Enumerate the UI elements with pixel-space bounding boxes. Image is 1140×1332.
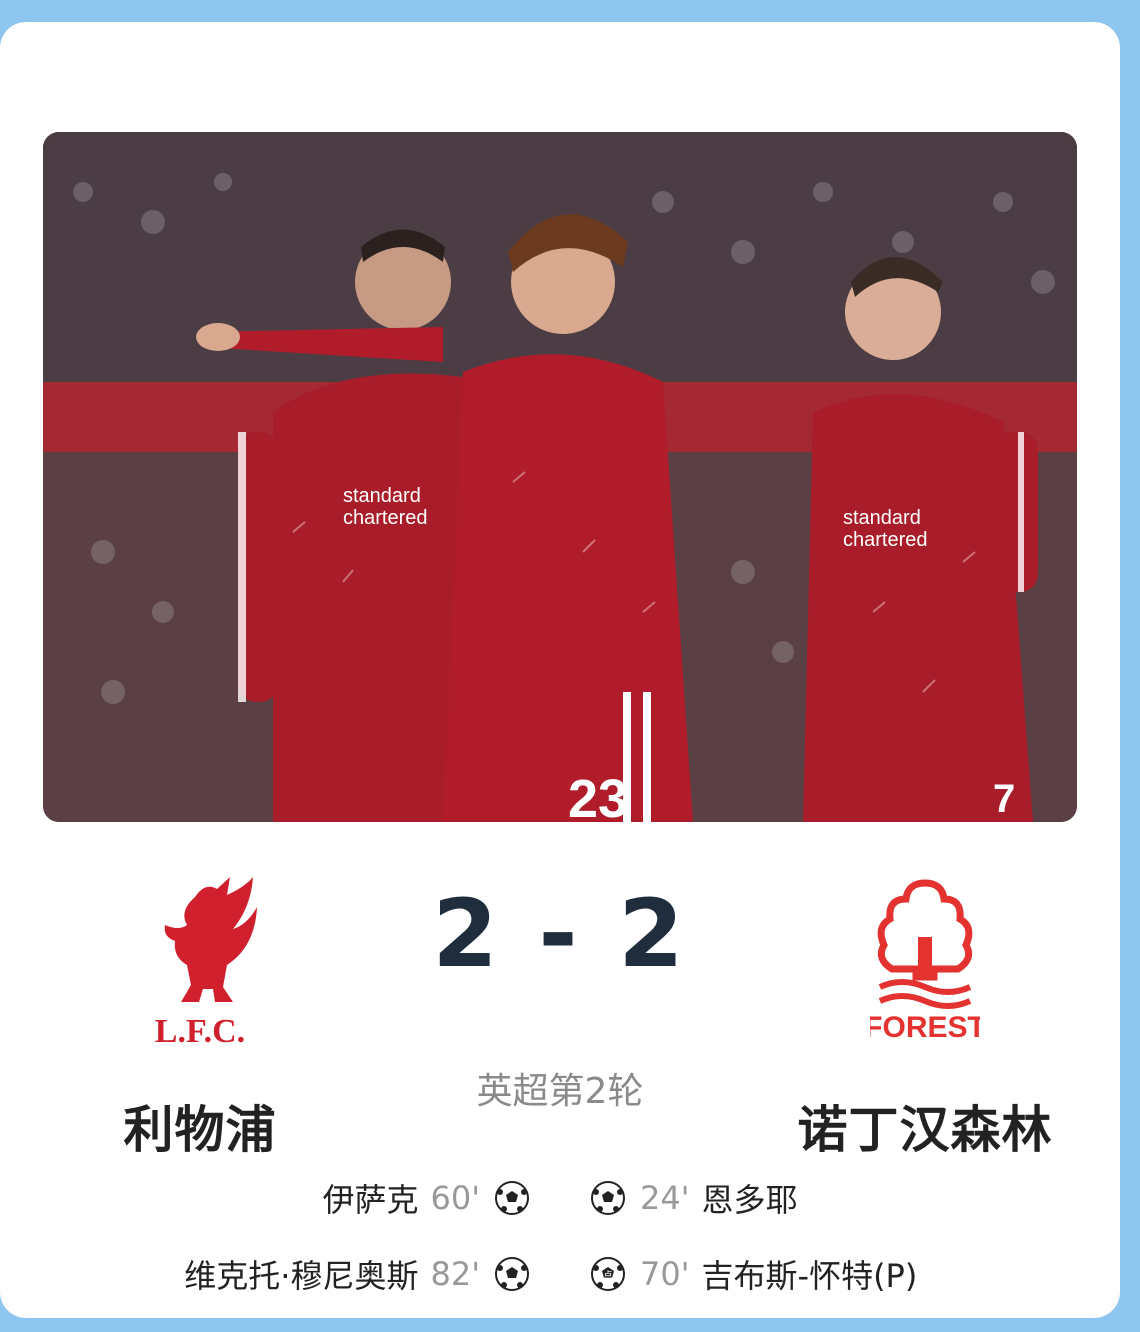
- crest-text: L.F.C.: [155, 1013, 245, 1047]
- svg-text:standard: standard: [343, 485, 421, 507]
- goal-minute: 82': [430, 1255, 480, 1293]
- svg-text:23: 23: [568, 769, 628, 822]
- away-team[interactable]: FOREST 诺丁汉森林: [775, 872, 1075, 1162]
- home-team[interactable]: L.F.C. 利物浦: [50, 872, 350, 1162]
- goal-row-home-2: 维克托·穆尼奥斯 82': [184, 1248, 530, 1300]
- round-label: 英超第2轮: [476, 1071, 644, 1112]
- soccer-ball-icon: [591, 1181, 625, 1215]
- scorer-name: 维克托·穆尼奥斯: [184, 1257, 419, 1295]
- goal-minute: 24': [640, 1179, 690, 1217]
- soccer-ball-icon: [495, 1257, 529, 1291]
- goal-row-away-1: 24' 恩多耶: [590, 1172, 798, 1224]
- goal-minute: 60': [430, 1179, 480, 1217]
- home-team-name: 利物浦: [123, 1101, 277, 1159]
- liverpool-crest-icon: L.F.C.: [50, 872, 350, 1052]
- svg-text:standard: standard: [843, 507, 921, 529]
- penalty-ball-icon: 点: [591, 1257, 625, 1291]
- forest-crest-icon: FOREST: [775, 872, 1075, 1052]
- svg-text:chartered: chartered: [843, 529, 928, 551]
- celebrating-players-image: standard chartered 23 standard chartered…: [43, 132, 1077, 822]
- away-team-name: 诺丁汉森林: [797, 1101, 1053, 1159]
- match-photo[interactable]: standard chartered 23 standard chartered…: [43, 132, 1077, 822]
- crest-text: FOREST: [870, 1011, 980, 1044]
- scorer-name: 伊萨克: [322, 1181, 419, 1219]
- svg-text:7: 7: [993, 777, 1015, 821]
- svg-text:点: 点: [603, 1270, 612, 1280]
- goal-minute: 70': [640, 1255, 690, 1293]
- soccer-ball-icon: [495, 1181, 529, 1215]
- scorer-name: 吉布斯-怀特(P): [701, 1257, 918, 1295]
- scorer-name: 恩多耶: [701, 1181, 798, 1219]
- svg-text:chartered: chartered: [343, 507, 428, 529]
- match-card: standard chartered 23 standard chartered…: [0, 22, 1120, 1318]
- goal-row-away-2: 点 70' 吉布斯-怀特(P): [590, 1248, 917, 1300]
- final-score: 2 - 2: [432, 880, 688, 989]
- goal-row-home-1: 伊萨克 60': [322, 1172, 530, 1224]
